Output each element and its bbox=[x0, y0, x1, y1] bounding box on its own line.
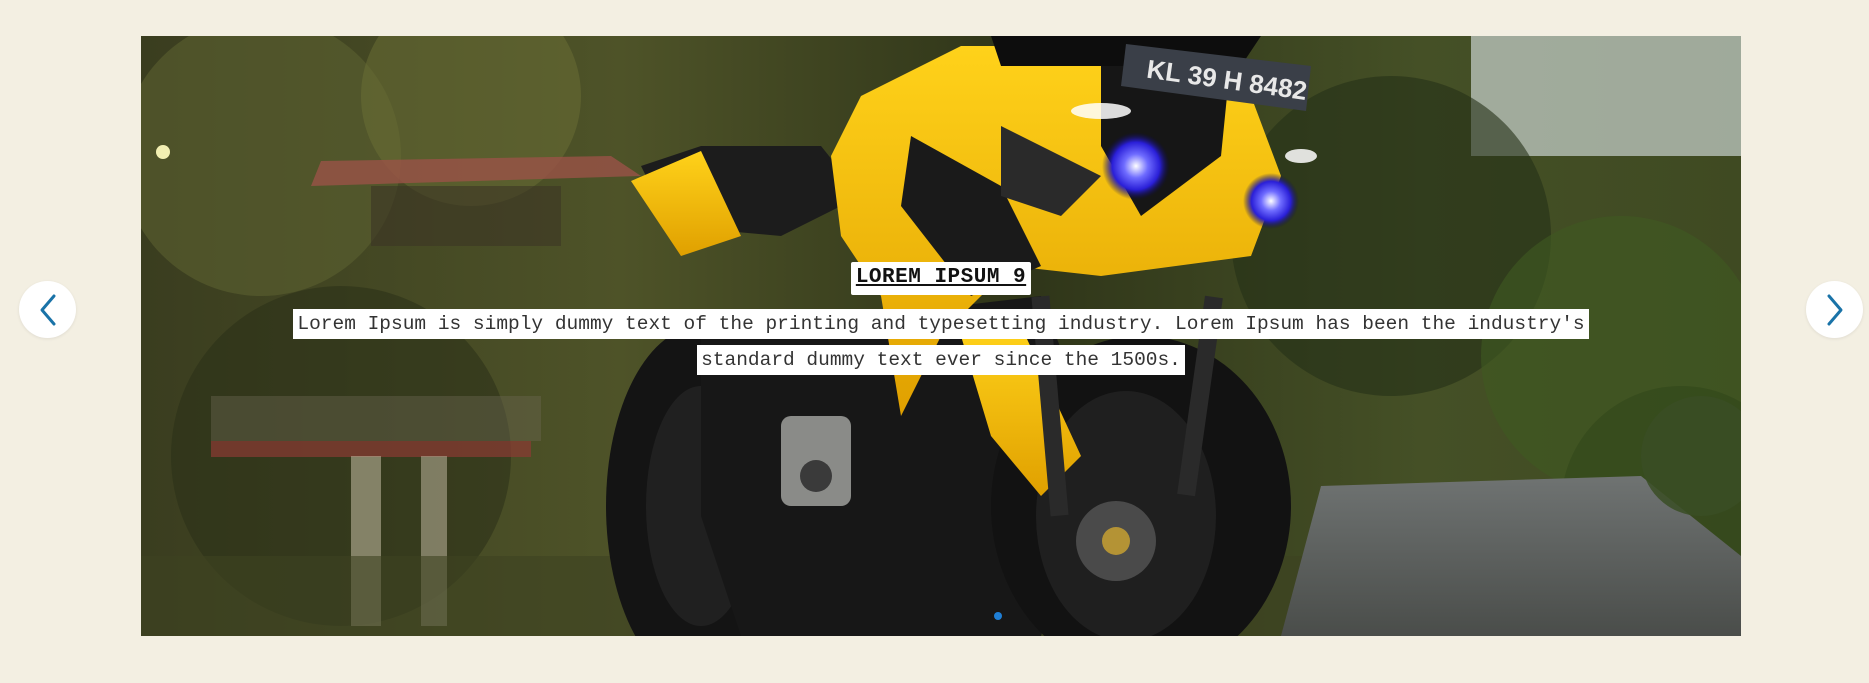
pagination-dot-active[interactable] bbox=[994, 612, 1002, 620]
next-slide-button[interactable] bbox=[1806, 281, 1863, 338]
slide-title: LOREM IPSUM 9 bbox=[850, 262, 1032, 295]
previous-slide-button[interactable] bbox=[19, 281, 76, 338]
slide-caption: LOREM IPSUM 9 Lorem Ipsum is simply dumm… bbox=[141, 262, 1741, 378]
page: KL 39 H 8482 LOREM IPSUM 9 Lorem Ipsum i… bbox=[0, 0, 1869, 683]
chevron-right-icon bbox=[1827, 294, 1842, 325]
chevron-left-icon bbox=[40, 294, 55, 325]
image-slider: KL 39 H 8482 LOREM IPSUM 9 Lorem Ipsum i… bbox=[141, 36, 1741, 636]
slide-description: Lorem Ipsum is simply dummy text of the … bbox=[276, 306, 1606, 378]
slider-pagination bbox=[141, 612, 1741, 620]
slide-description-text: Lorem Ipsum is simply dummy text of the … bbox=[293, 309, 1589, 375]
